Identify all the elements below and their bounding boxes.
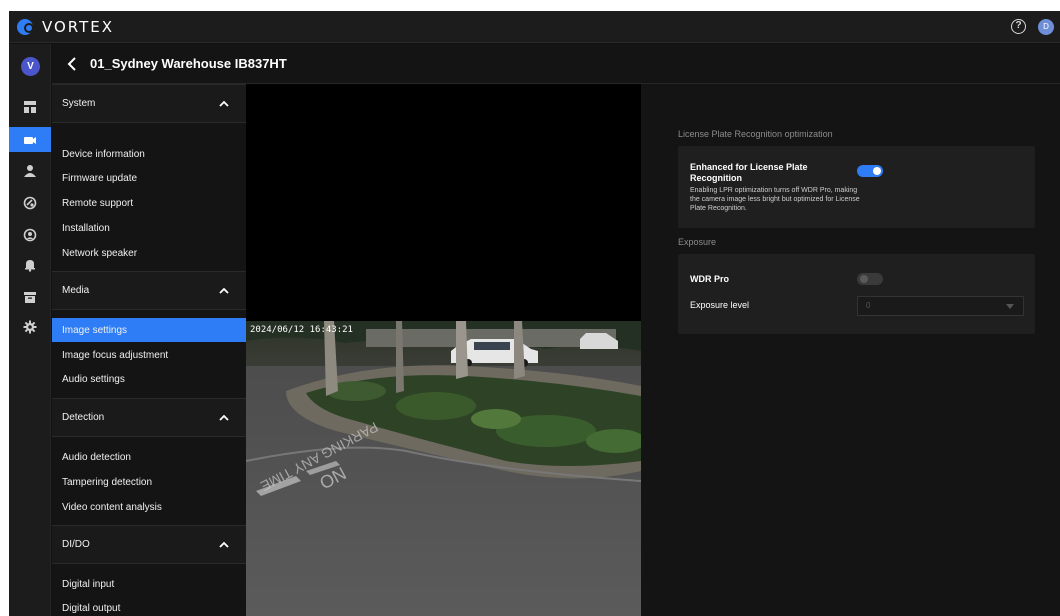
section-di-do[interactable]: DI/DO: [52, 525, 246, 564]
menu-item-firmware-update[interactable]: Firmware update: [52, 166, 246, 190]
camera-scene: NO PARKING ANY TIME: [246, 321, 641, 616]
section-label: DI/DO: [62, 539, 90, 550]
menu-item-label: Firmware update: [62, 173, 138, 184]
archive-icon: [24, 291, 36, 303]
app-window: VORTEX ? D V 01_Sydney Warehouse IB837HT…: [9, 11, 1060, 616]
section-media[interactable]: Media: [52, 271, 246, 310]
chevron-up-icon: [219, 414, 229, 421]
org-avatar[interactable]: V: [21, 57, 40, 76]
wdr-label: WDR Pro: [690, 274, 729, 284]
user-icon: [24, 164, 36, 177]
camera-icon: [24, 136, 36, 144]
menu-item-remote-support[interactable]: Remote support: [52, 191, 246, 215]
nav-users[interactable]: [9, 158, 51, 183]
menu-item-label: Digital input: [62, 579, 115, 590]
chevron-left-icon: [67, 57, 76, 71]
lpr-toggle[interactable]: [857, 165, 883, 177]
menu-item-image-settings[interactable]: Image settings: [52, 318, 246, 342]
nav-integrations[interactable]: [9, 190, 51, 215]
integration-icon: [23, 196, 37, 209]
menu-item-tampering-detection[interactable]: Tampering detection: [52, 470, 246, 494]
nav-rail: V: [9, 44, 51, 616]
menu-item-network-speaker[interactable]: Network speaker: [52, 241, 246, 265]
menu-item-label: Network speaker: [62, 248, 138, 259]
menu-item-label: Tampering detection: [62, 477, 153, 488]
bell-icon: [25, 259, 35, 272]
menu-item-audio-detection[interactable]: Audio detection: [52, 445, 246, 469]
menu-item-video-content-analysis[interactable]: Video content analysis: [52, 495, 246, 519]
image-settings-panel: License Plate Recognition optimization E…: [641, 84, 1060, 616]
nav-alerts[interactable]: [9, 252, 51, 277]
lpr-section-title: License Plate Recognition optimization: [678, 129, 833, 139]
exposure-section-title: Exposure: [678, 237, 717, 247]
back-button[interactable]: [64, 55, 80, 73]
section-detection[interactable]: Detection: [52, 398, 246, 437]
chevron-down-icon: [1006, 304, 1014, 309]
video-viewer[interactable]: NO PARKING ANY TIME 2024/06/12 16:43:21: [246, 84, 641, 616]
nav-archive[interactable]: [9, 284, 51, 309]
nav-cameras[interactable]: [9, 127, 51, 152]
brand-name: VORTEX: [42, 18, 115, 36]
top-bar: VORTEX ? D: [9, 11, 1060, 43]
section-label: Media: [62, 285, 90, 296]
settings-menu: System Device information Firmware updat…: [52, 84, 246, 616]
nav-dashboard[interactable]: [9, 94, 51, 119]
menu-item-label: Image settings: [62, 325, 128, 336]
wdr-toggle[interactable]: [857, 273, 883, 285]
dashboard-icon: [24, 100, 36, 113]
section-label: Detection: [62, 412, 105, 423]
chevron-up-icon: [219, 541, 229, 548]
menu-item-digital-input[interactable]: Digital input: [52, 572, 246, 596]
menu-item-label: Device information: [62, 149, 145, 160]
lpr-title: Enhanced for License Plate Recognition: [690, 162, 808, 183]
nav-settings[interactable]: [9, 314, 51, 339]
menu-item-device-information[interactable]: Device information: [52, 142, 246, 166]
exposure-level-select[interactable]: 0: [857, 296, 1024, 316]
chevron-up-icon: [219, 287, 229, 294]
section-label: System: [62, 98, 96, 109]
section-system[interactable]: System: [52, 84, 246, 123]
nav-faces[interactable]: [9, 222, 51, 247]
menu-item-image-focus-adjustment[interactable]: Image focus adjustment: [52, 343, 246, 367]
page-header: 01_Sydney Warehouse IB837HT: [52, 44, 1060, 84]
user-avatar[interactable]: D: [1038, 19, 1054, 35]
menu-item-label: Installation: [62, 223, 110, 234]
gear-icon: [23, 320, 37, 333]
lpr-description: Enabling LPR optimization turns off WDR …: [690, 187, 860, 212]
menu-item-label: Digital output: [62, 603, 121, 614]
menu-item-label: Audio detection: [62, 452, 131, 463]
menu-item-digital-output[interactable]: Digital output: [52, 596, 246, 616]
menu-item-audio-settings[interactable]: Audio settings: [52, 367, 246, 391]
lpr-card: Enhanced for License Plate Recognition E…: [678, 146, 1035, 228]
menu-item-label: Remote support: [62, 198, 134, 209]
video-timestamp: 2024/06/12 16:43:21: [250, 325, 353, 335]
menu-item-installation[interactable]: Installation: [52, 216, 246, 240]
vortex-logo[interactable]: VORTEX: [17, 17, 114, 37]
help-icon[interactable]: ?: [1011, 19, 1026, 34]
logo-icon: [17, 18, 36, 37]
camera-feed: NO PARKING ANY TIME 2024/06/12 16:43:21: [246, 321, 641, 616]
exposure-level-label: Exposure level: [690, 300, 750, 310]
menu-item-label: Video content analysis: [62, 502, 162, 513]
exposure-card: WDR Pro Exposure level 0: [678, 254, 1035, 334]
menu-item-label: Image focus adjustment: [62, 350, 169, 361]
face-icon: [23, 228, 37, 241]
page-title: 01_Sydney Warehouse IB837HT: [90, 56, 287, 71]
chevron-up-icon: [219, 100, 229, 107]
menu-item-label: Audio settings: [62, 374, 125, 385]
exposure-level-value: 0: [866, 301, 871, 310]
